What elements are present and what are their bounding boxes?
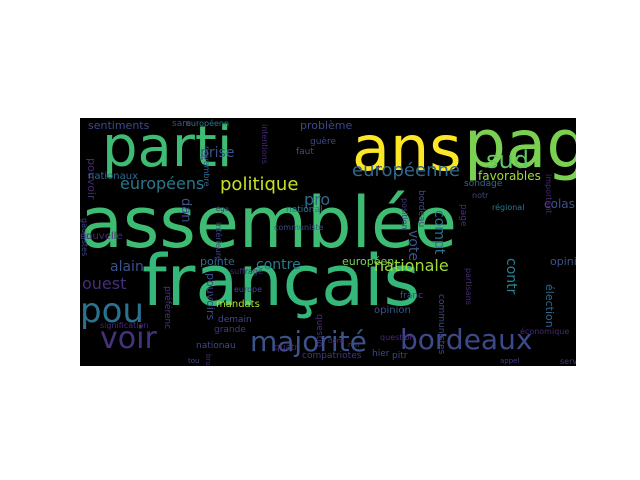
cloud-word: guère [310, 137, 336, 147]
cloud-word: européenne [352, 160, 460, 181]
cloud-word: sentiments [88, 119, 150, 132]
cloud-word: quatr [274, 343, 299, 353]
cloud-word: dan [178, 198, 193, 223]
cloud-word: signification [100, 321, 149, 330]
cloud-word: communiste [274, 223, 324, 232]
cloud-word: intentions [260, 124, 269, 164]
cloud-word: page [458, 204, 468, 227]
cloud-word: européen [342, 255, 395, 268]
cloud-word: appel [500, 357, 520, 365]
cloud-word: important [544, 174, 553, 214]
cloud-word: éga [216, 205, 230, 213]
cloud-word: opinion [374, 305, 411, 316]
cloud-word: sam [172, 119, 191, 129]
cloud-word: faut [296, 147, 314, 157]
cloud-word: suffrage [230, 267, 263, 276]
cloud-word: partisans [464, 268, 473, 305]
cloud-word: pouvoirs [204, 273, 217, 321]
cloud-word: novembre [202, 146, 211, 187]
cloud-word: pitr [392, 351, 408, 361]
cloud-word: questio [314, 314, 324, 348]
cloud-word: ren [348, 341, 360, 349]
cloud-word: demain [218, 315, 252, 325]
cloud-word: bordeaux [400, 323, 533, 356]
cloud-word: grande [214, 325, 246, 335]
cloud-word: vote [405, 230, 421, 261]
cloud-word: économique [520, 327, 570, 336]
cloud-word: tou [188, 357, 200, 365]
cloud-word: opinio [550, 255, 576, 268]
word-cloud: assemblée français parti ans pag pou voir major… [80, 118, 576, 366]
cloud-word: compatriotes [302, 351, 362, 361]
cloud-word: intérieure [214, 222, 223, 261]
cloud-word: nationau [196, 341, 236, 351]
cloud-word: mandats [216, 299, 260, 310]
cloud-word: notr [472, 191, 489, 200]
cloud-word: élection [543, 284, 556, 328]
cloud-word: brun [204, 354, 212, 366]
cloud-word: préférenc [162, 286, 172, 330]
cloud-word: europe [234, 285, 262, 294]
cloud-word: service [560, 357, 576, 366]
cloud-word: gaullistes [80, 218, 89, 257]
cloud-word: dem [328, 337, 344, 345]
cloud-word: européenn [186, 119, 230, 128]
cloud-word: hier [372, 349, 390, 359]
cloud-word: alain [110, 259, 144, 275]
cloud-word: régional [492, 203, 525, 212]
cloud-word: compt [431, 210, 447, 255]
cloud-word: politique [220, 174, 299, 195]
cloud-word: question [380, 333, 415, 342]
cloud-word: nationaux [88, 171, 139, 182]
cloud-word: sondage [464, 179, 503, 189]
cloud-word: problème [300, 119, 353, 132]
cloud-word: communistes [436, 294, 446, 355]
cloud-word: ouest [82, 274, 127, 293]
cloud-word: bordeau [416, 190, 426, 228]
cloud-word: national [286, 205, 323, 215]
cloud-word: contr [503, 258, 519, 295]
cloud-word: franc [400, 291, 424, 301]
cloud-word: position [400, 198, 409, 230]
